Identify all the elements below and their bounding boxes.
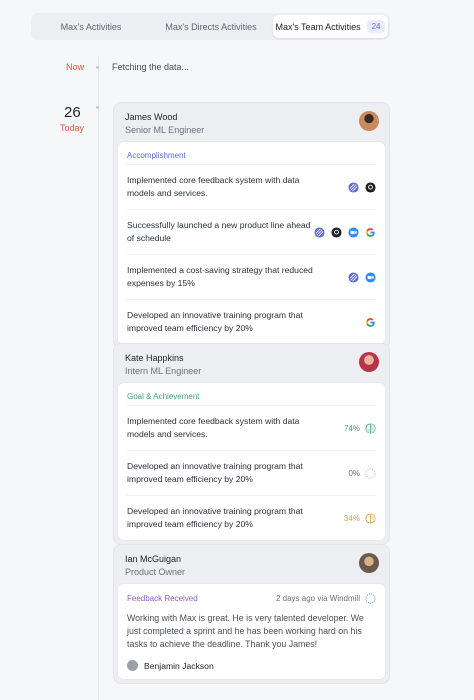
progress-ring-icon	[365, 422, 376, 434]
avatar[interactable]	[359, 111, 379, 131]
list-item[interactable]: Developed an innovative training program…	[127, 495, 376, 540]
goal-progress: 74%	[343, 422, 376, 434]
count-badge: 24	[366, 20, 386, 33]
feedback-timestamp: 2 days ago via Windmill	[275, 594, 360, 603]
google-icon[interactable]	[365, 227, 376, 238]
list-item[interactable]: Developed an innovative training program…	[127, 450, 376, 495]
day-number: 26	[64, 104, 81, 121]
section-label: Feedback Received	[127, 594, 198, 603]
card-header: Kate Happkins Intern ML Engineer	[114, 344, 389, 382]
timeline-line	[98, 56, 99, 700]
activity-text: Developed an innovative training program…	[127, 310, 303, 333]
person-role: Product Owner	[125, 567, 186, 577]
activity-text: Implemented a cost-saving strategy that …	[127, 265, 313, 288]
list-item[interactable]: Implemented a cost-saving strategy that …	[127, 254, 376, 299]
person-name: Ian McGuigan	[125, 554, 182, 564]
progress-ring-icon	[365, 512, 376, 524]
person-name: James Wood	[125, 112, 178, 122]
progress-percent: 34%	[343, 513, 360, 523]
activity-text: Implemented core feedback system with da…	[127, 175, 300, 198]
card-body: Goal & Achievement Implemented core feed…	[117, 382, 386, 541]
progress-percent: 74%	[343, 423, 360, 433]
activity-card-james-wood: James Wood Senior ML Engineer Accomplish…	[113, 102, 390, 349]
activity-card-kate-happkins: Kate Happkins Intern ML Engineer Goal & …	[113, 343, 390, 545]
avatar[interactable]	[359, 553, 379, 573]
person-name: Kate Happkins	[125, 353, 184, 363]
card-header: James Wood Senior ML Engineer	[114, 103, 389, 141]
card-header: Ian McGuigan Product Owner	[114, 545, 389, 583]
feedback-author[interactable]: Benjamin Jackson	[127, 660, 376, 679]
goal-progress: 34%	[343, 512, 376, 524]
list-item[interactable]: Developed an innovative training program…	[127, 299, 376, 344]
linear-icon[interactable]	[314, 226, 325, 238]
goal-text: Developed an innovative training program…	[127, 461, 303, 484]
feedback-header: Feedback Received 2 days ago via Windmil…	[127, 584, 376, 604]
windmill-icon	[365, 593, 376, 604]
person-role: Senior ML Engineer	[125, 125, 205, 135]
fetching-status: Fetching the data...	[112, 62, 190, 72]
integration-icons	[314, 226, 376, 238]
google-icon[interactable]	[365, 317, 376, 328]
integration-icons	[348, 271, 376, 283]
tab-maxs-activities[interactable]: Max's Activities	[33, 15, 149, 38]
list-item[interactable]: Implemented core feedback system with da…	[127, 164, 376, 209]
avatar[interactable]	[359, 352, 379, 372]
tab-maxs-team-activities[interactable]: Max's Team Activities 24	[273, 15, 388, 38]
feedback-text: Working with Max is great. He is very ta…	[127, 613, 364, 649]
github-icon[interactable]	[331, 226, 342, 238]
integration-icons	[365, 317, 376, 328]
progress-ring-icon	[365, 467, 376, 479]
section-label: Goal & Achievement	[127, 392, 200, 401]
github-icon[interactable]	[365, 181, 376, 193]
goal-progress: 0%	[348, 467, 376, 479]
goal-text: Developed an innovative training program…	[127, 506, 303, 529]
linear-icon[interactable]	[348, 181, 359, 193]
avatar	[127, 660, 138, 671]
tab-label: Max's Team Activities	[275, 21, 361, 32]
timeline-dot	[96, 66, 99, 69]
progress-percent: 0%	[348, 468, 360, 478]
feedback-meta: 2 days ago via Windmill	[276, 593, 376, 604]
card-body: Accomplishment Implemented core feedback…	[117, 141, 386, 345]
list-item[interactable]: Implemented core feedback system with da…	[127, 405, 376, 450]
zoom-icon[interactable]	[348, 226, 359, 238]
activity-card-ian-mcguigan: Ian McGuigan Product Owner Feedback Rece…	[113, 544, 390, 684]
timeline-dot	[96, 106, 99, 109]
zoom-icon[interactable]	[365, 271, 376, 283]
now-label: Now	[66, 62, 85, 72]
list-item[interactable]: Successfully launched a new product line…	[127, 209, 376, 254]
section-label: Accomplishment	[127, 151, 186, 160]
person-role: Intern ML Engineer	[125, 366, 202, 376]
day-label: Today	[60, 123, 85, 133]
tab-maxs-directs-activities[interactable]: Max's Directs Activities	[149, 15, 273, 38]
integration-icons	[348, 181, 376, 193]
activity-tabs: Max's Activities Max's Directs Activitie…	[31, 13, 390, 40]
activity-text: Successfully launched a new product line…	[127, 220, 311, 243]
card-body: Feedback Received 2 days ago via Windmil…	[117, 583, 386, 680]
author-name: Benjamin Jackson	[144, 660, 214, 671]
linear-icon[interactable]	[348, 271, 359, 283]
goal-text: Implemented core feedback system with da…	[127, 416, 300, 439]
